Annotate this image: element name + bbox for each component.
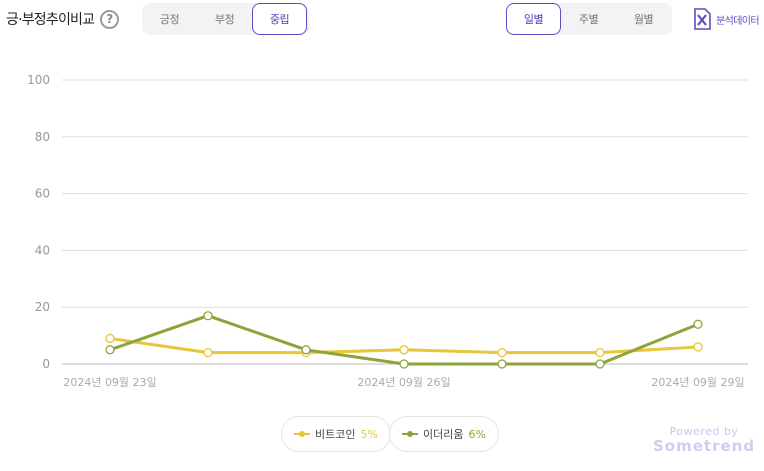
data-point (203, 311, 213, 321)
x-tick-label: 2024년 09월 29일 (651, 375, 744, 389)
series-2 (105, 311, 703, 369)
legend-label-bitcoin: 비트코인 (315, 428, 356, 441)
data-point (399, 359, 409, 369)
data-point (693, 342, 703, 352)
line-chart: 020406080100 2024년 09월 23일 2024년 09월 26일 2… (27, 73, 748, 389)
chart-grid (62, 79, 748, 365)
legend-label-ethereum: 이더리움 (423, 428, 464, 441)
series-1 (105, 333, 703, 358)
legend-item-ethereum[interactable]: 이더리움 6% (389, 416, 499, 452)
data-point (693, 319, 703, 329)
data-point (497, 347, 507, 358)
x-tick-label: 2024년 09월 23일 (63, 375, 156, 389)
legend-marker-ethereum (402, 429, 418, 439)
y-tick-label: 20 (35, 300, 50, 314)
y-tick-label: 80 (35, 130, 50, 144)
brand-logo: Sometrend (653, 437, 756, 455)
x-axis: 2024년 09월 23일 2024년 09월 26일 2024년 09월 29일 (63, 375, 744, 389)
legend-percent-bitcoin: 5% (360, 427, 378, 441)
data-point (203, 347, 213, 358)
data-point (595, 359, 605, 369)
legend-percent-ethereum: 6% (468, 427, 486, 441)
series-line-2 (108, 314, 700, 366)
y-tick-label: 40 (35, 243, 50, 257)
data-point (399, 345, 409, 355)
y-tick-label: 0 (42, 357, 50, 371)
y-axis: 0 20 40 60 80 100 (27, 73, 50, 371)
y-tick-label: 100 (27, 73, 50, 87)
data-point (595, 347, 605, 358)
data-point (301, 345, 311, 355)
data-point (497, 359, 507, 369)
y-tick-label: 60 (35, 187, 50, 201)
data-point (105, 333, 115, 344)
legend-item-bitcoin[interactable]: 비트코인 5% (281, 416, 391, 452)
data-point (105, 345, 115, 355)
x-tick-label: 2024년 09월 26일 (357, 375, 450, 389)
chart-series (105, 311, 703, 369)
powered-by-logo: Powered by Sometrend (653, 425, 755, 455)
legend-marker-bitcoin (294, 429, 310, 439)
